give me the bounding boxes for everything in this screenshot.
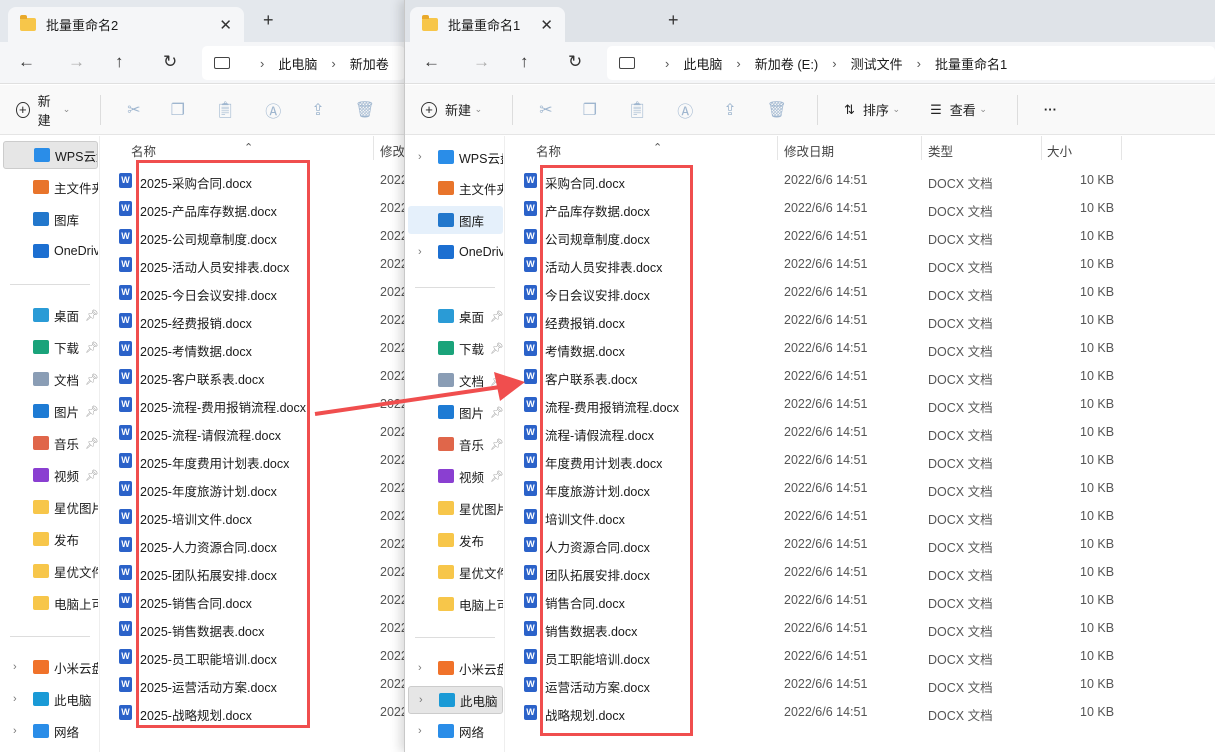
arrow-annotation [314, 372, 525, 416]
